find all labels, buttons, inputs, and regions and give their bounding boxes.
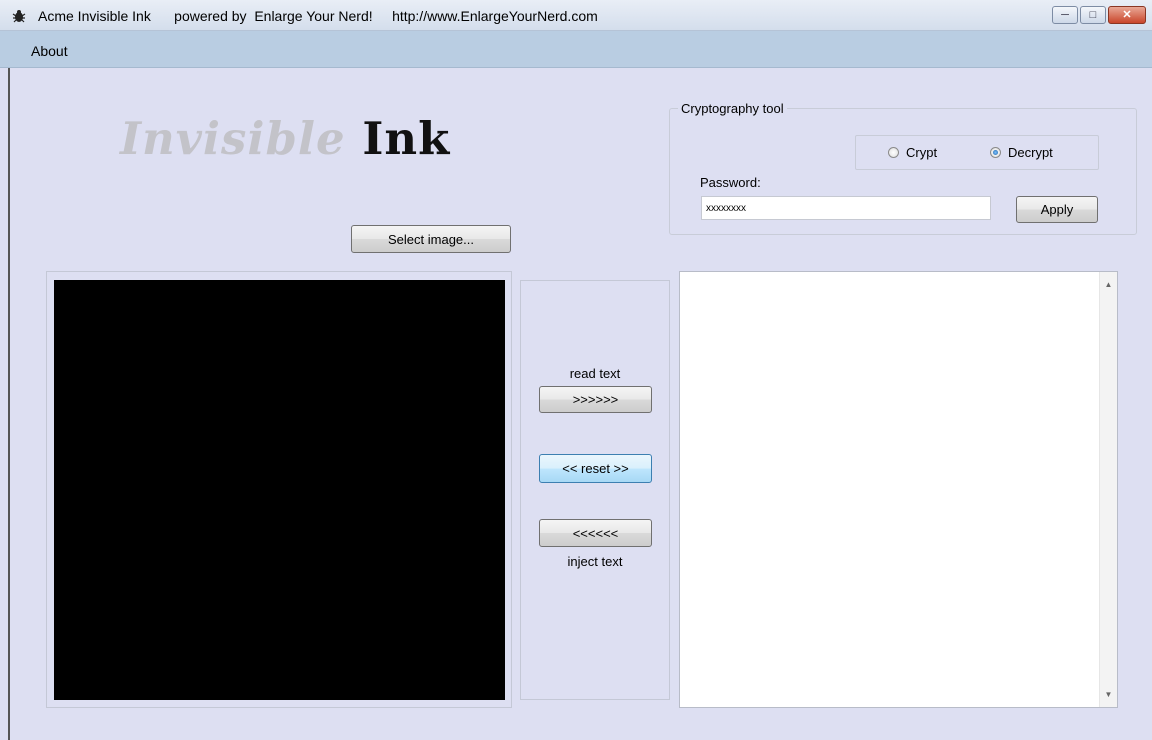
window-title: Acme Invisible Ink powered by Enlarge Yo… bbox=[38, 8, 598, 24]
read-text-label: read text bbox=[569, 366, 621, 381]
scroll-down-icon[interactable]: ▼ bbox=[1100, 690, 1117, 699]
minimize-icon: ─ bbox=[1061, 9, 1069, 21]
inject-text-button[interactable]: <<<<<< bbox=[539, 519, 652, 547]
transfer-panel: read text >>>>>> << reset >> <<<<<< inje… bbox=[520, 280, 670, 700]
bug-icon bbox=[12, 10, 26, 23]
invisible-ink-logo: Invisible Ink bbox=[120, 112, 451, 165]
group-legend: Cryptography tool bbox=[678, 101, 787, 116]
select-image-button[interactable]: Select image... bbox=[351, 225, 511, 253]
crypt-radio-circle[interactable] bbox=[888, 147, 899, 158]
image-panel bbox=[46, 271, 512, 708]
message-textarea[interactable] bbox=[680, 272, 1099, 707]
password-label: Password: bbox=[700, 175, 761, 190]
image-preview bbox=[54, 280, 505, 700]
apply-button[interactable]: Apply bbox=[1016, 196, 1098, 223]
decrypt-radio[interactable]: Decrypt bbox=[990, 145, 1053, 160]
window-controls: ─ □ ✕ bbox=[1052, 6, 1146, 24]
scroll-up-icon[interactable]: ▲ bbox=[1100, 280, 1117, 289]
title-bar: Acme Invisible Ink powered by Enlarge Yo… bbox=[0, 0, 1152, 31]
vertical-scrollbar[interactable]: ▲ ▼ bbox=[1099, 272, 1117, 707]
crypt-radio-label: Crypt bbox=[906, 145, 938, 160]
minimize-button[interactable]: ─ bbox=[1052, 6, 1078, 24]
cryptography-tool-group: Cryptography tool Crypt Decrypt Password… bbox=[669, 101, 1137, 235]
reset-button[interactable]: << reset >> bbox=[539, 454, 652, 483]
maximize-icon: □ bbox=[1089, 9, 1097, 21]
window-left-edge bbox=[8, 68, 10, 740]
text-panel: ▲ ▼ bbox=[679, 271, 1118, 708]
close-icon: ✕ bbox=[1122, 9, 1132, 21]
maximize-button[interactable]: □ bbox=[1080, 6, 1106, 24]
crypt-radio[interactable]: Crypt bbox=[888, 145, 937, 160]
decrypt-radio-circle[interactable] bbox=[990, 147, 1001, 158]
read-text-button[interactable]: >>>>>> bbox=[539, 386, 652, 413]
menu-about[interactable]: About bbox=[31, 43, 68, 59]
close-button[interactable]: ✕ bbox=[1108, 6, 1146, 24]
mode-radio-group: Crypt Decrypt bbox=[855, 135, 1099, 170]
decrypt-radio-label: Decrypt bbox=[1008, 145, 1053, 160]
inject-text-label: inject text bbox=[567, 554, 623, 569]
password-field[interactable] bbox=[701, 196, 991, 220]
menu-bar: About bbox=[0, 31, 1152, 68]
